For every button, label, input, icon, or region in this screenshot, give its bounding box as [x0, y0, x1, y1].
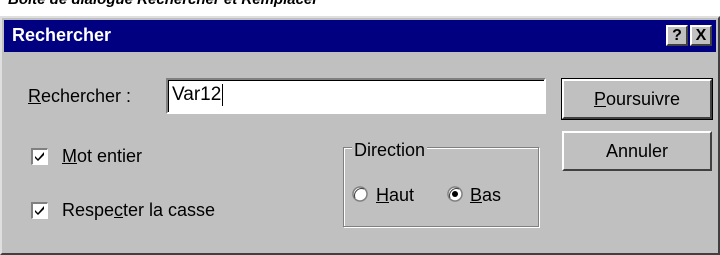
- checkmark-icon: [35, 206, 44, 215]
- direction-legend: Direction: [352, 140, 428, 161]
- match-case-label: Respecter la casse: [62, 200, 216, 220]
- whole-word-label: Mot entier: [62, 146, 143, 166]
- figure-caption: Boîte de dialogue Rechercher et Remplace…: [8, 0, 318, 8]
- checkmark-icon: [35, 152, 44, 161]
- radio-down[interactable]: [447, 186, 463, 202]
- radio-dot-icon: [452, 191, 458, 197]
- title-bar[interactable]: Rechercher ? X: [4, 20, 716, 52]
- radio-down-label: Bas: [470, 185, 502, 205]
- help-button[interactable]: ?: [666, 25, 688, 46]
- radio-up-label: Haut: [376, 185, 415, 205]
- cancel-button[interactable]: Annuler: [562, 131, 712, 171]
- find-label: Rechercher :: [28, 86, 132, 106]
- dialog-title: Rechercher: [12, 25, 112, 45]
- radio-up[interactable]: [352, 186, 368, 202]
- match-case-checkbox[interactable]: [31, 202, 48, 219]
- whole-word-checkbox[interactable]: [31, 148, 48, 165]
- text-caret: [222, 83, 224, 106]
- find-input[interactable]: Var12: [166, 78, 546, 114]
- close-button[interactable]: X: [690, 25, 712, 46]
- find-next-button[interactable]: Poursuivre: [561, 78, 713, 120]
